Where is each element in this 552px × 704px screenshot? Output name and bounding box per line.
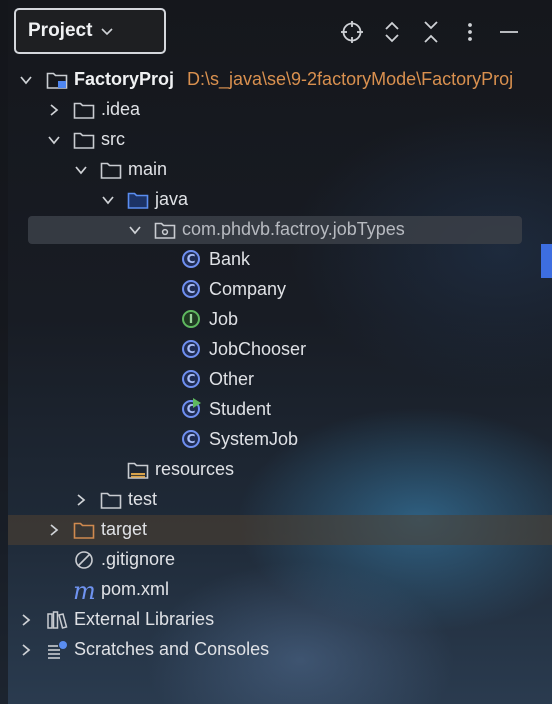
tree-row-main[interactable]: main xyxy=(0,155,552,185)
project-root-name: FactoryProj xyxy=(74,69,175,89)
class-label: Company xyxy=(209,279,287,299)
chevron-down-icon[interactable] xyxy=(128,223,142,237)
tree-row-pom[interactable]: m pom.xml xyxy=(0,575,552,605)
class-label: Job xyxy=(209,309,239,329)
tree-row-class[interactable]: C Company xyxy=(0,275,552,305)
project-root-path: D:\s_java\se\9-2factoryMode\FactoryProj xyxy=(187,69,514,89)
class-label: JobChooser xyxy=(209,339,307,359)
chevron-right-icon[interactable] xyxy=(19,613,33,627)
folder-label: java xyxy=(155,189,189,209)
tree-row-test[interactable]: test xyxy=(0,485,552,515)
project-view-selector[interactable]: Project xyxy=(14,8,166,54)
tree-row-class[interactable]: C Other xyxy=(0,365,552,395)
class-label: Student xyxy=(209,399,272,419)
file-label: .gitignore xyxy=(101,549,176,569)
tree-row-target[interactable]: target xyxy=(0,515,552,545)
tree-row-resources[interactable]: resources xyxy=(0,455,552,485)
chevron-down-icon xyxy=(101,28,113,36)
folder-icon xyxy=(73,132,95,149)
class-icon: C xyxy=(182,370,200,388)
class-icon: C xyxy=(182,340,200,358)
source-folder-icon xyxy=(127,192,149,209)
class-label: Bank xyxy=(209,249,251,269)
module-folder-icon xyxy=(46,72,68,89)
tree-row-scratches[interactable]: Scratches and Consoles xyxy=(0,635,552,665)
class-icon: C xyxy=(182,430,200,448)
collapse-all-icon[interactable] xyxy=(419,20,443,44)
more-options-icon[interactable] xyxy=(458,20,482,44)
ignored-file-icon xyxy=(75,551,93,569)
library-icon xyxy=(47,611,68,629)
chevron-down-icon[interactable] xyxy=(19,73,33,87)
folder-label: resources xyxy=(155,459,235,479)
tree-row-main-class[interactable]: C Student xyxy=(0,395,552,425)
resources-folder-icon xyxy=(127,462,149,479)
class-icon: C xyxy=(182,250,200,268)
class-icon: C xyxy=(182,280,200,298)
package-label: com.phdvb.factroy.jobTypes xyxy=(182,219,405,239)
chevron-down-icon[interactable] xyxy=(101,193,115,207)
expand-all-icon[interactable] xyxy=(380,20,404,44)
chevron-right-icon[interactable] xyxy=(47,523,61,537)
folder-icon xyxy=(73,102,95,119)
folder-label: target xyxy=(101,519,148,539)
excluded-folder-icon xyxy=(73,522,95,539)
run-marker-icon xyxy=(193,398,201,408)
folder-icon xyxy=(100,162,122,179)
tree-row-src[interactable]: src xyxy=(0,125,552,155)
folder-label: test xyxy=(128,489,158,509)
project-view-label: Project xyxy=(28,20,93,41)
tree-row-java[interactable]: java xyxy=(0,185,552,215)
folder-label: main xyxy=(128,159,168,179)
tree-row-class[interactable]: C Bank xyxy=(0,245,552,275)
tree-row-package[interactable]: com.phdvb.factroy.jobTypes xyxy=(0,215,552,245)
chevron-right-icon[interactable] xyxy=(47,103,61,117)
tool-window-header: Project xyxy=(0,0,552,62)
tree-row-project-root[interactable]: FactoryProj D:\s_java\se\9-2factoryMode\… xyxy=(0,65,552,95)
locate-icon[interactable] xyxy=(340,20,364,44)
chevron-down-icon[interactable] xyxy=(74,163,88,177)
folder-label: .idea xyxy=(101,99,141,119)
class-label: Other xyxy=(209,369,255,389)
file-label: pom.xml xyxy=(101,579,170,599)
chevron-right-icon[interactable] xyxy=(19,643,33,657)
minimize-icon[interactable] xyxy=(497,20,521,44)
scratches-icon xyxy=(48,641,67,659)
class-label: SystemJob xyxy=(209,429,299,449)
maven-icon: m xyxy=(73,577,96,605)
tree-row-idea[interactable]: .idea xyxy=(0,95,552,125)
folder-label: src xyxy=(101,129,125,149)
external-libraries-label: External Libraries xyxy=(74,609,215,629)
package-icon xyxy=(154,222,176,239)
scratches-label: Scratches and Consoles xyxy=(74,639,270,659)
folder-icon xyxy=(100,492,122,509)
tree-row-class[interactable]: C SystemJob xyxy=(0,425,552,455)
tree-row-class[interactable]: C JobChooser xyxy=(0,335,552,365)
tree-row-external-libraries[interactable]: External Libraries xyxy=(0,605,552,635)
interface-icon: I xyxy=(182,310,200,328)
chevron-right-icon[interactable] xyxy=(74,493,88,507)
tree-row-interface[interactable]: I Job xyxy=(0,305,552,335)
tree-row-gitignore[interactable]: .gitignore xyxy=(0,545,552,575)
chevron-down-icon[interactable] xyxy=(47,133,61,147)
